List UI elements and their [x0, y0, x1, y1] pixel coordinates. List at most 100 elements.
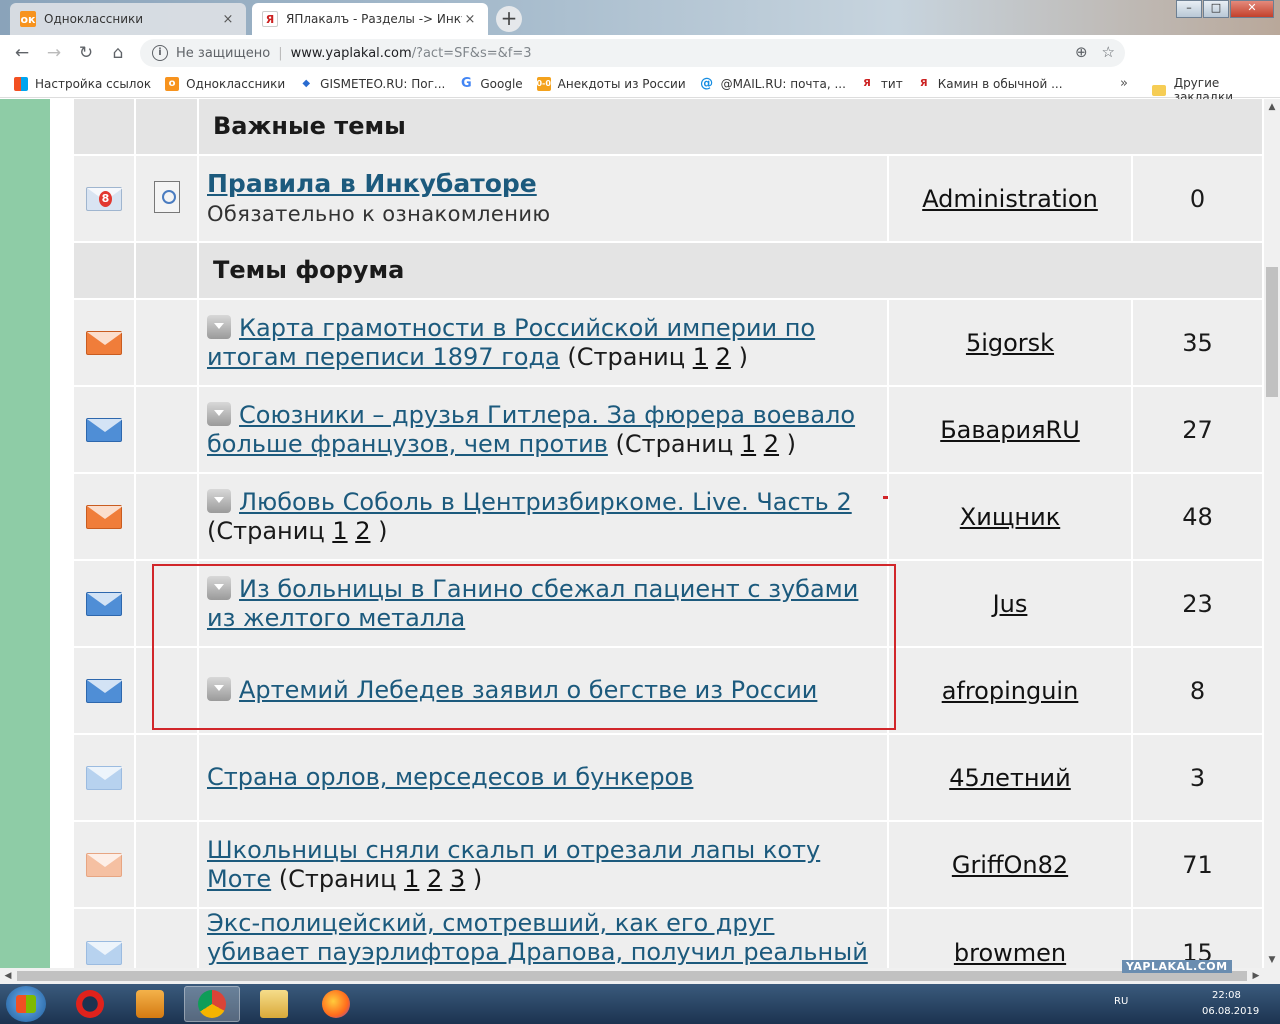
- zoom-icon[interactable]: ⊕: [1075, 43, 1088, 61]
- pinned-topic-row: 8 Правила в Инкубаторе Обязательно к озн…: [72, 154, 1264, 243]
- address-bar[interactable]: i Не защищено | www.yaplakal.com /?act=S…: [140, 39, 1125, 67]
- bookmarks-bar: Настройка ссылок о Одноклассники ◆ GISME…: [0, 70, 1280, 104]
- topic-author-link[interactable]: 5igorsk: [966, 329, 1054, 357]
- clock-date[interactable]: 06.08.2019: [1202, 1006, 1259, 1017]
- topic-row: Карта грамотности в Российской империи п…: [72, 298, 1264, 387]
- anekdot-icon: 0-0: [536, 76, 551, 91]
- bookmark-item[interactable]: ◆ GISMETEO.RU: Пог...: [299, 77, 445, 91]
- bookmark-label: тит: [880, 76, 903, 91]
- start-button[interactable]: [6, 986, 46, 1022]
- reply-count: 27: [1131, 385, 1264, 474]
- bookmarks-overflow-button[interactable]: »: [1120, 76, 1128, 91]
- reply-count: 48: [1131, 472, 1264, 561]
- page-link[interactable]: 2: [355, 517, 370, 545]
- reply-count: 71: [1131, 820, 1264, 909]
- expand-dropdown-icon[interactable]: [207, 314, 231, 339]
- topic-title-link[interactable]: Экс-полицейский, смотревший, как его дру…: [207, 909, 868, 968]
- close-window-button[interactable]: ✕: [1230, 0, 1274, 18]
- page-link[interactable]: 2: [716, 343, 731, 371]
- url-host: www.yaplakal.com: [290, 45, 412, 61]
- pinned-topic-link[interactable]: Правила в Инкубаторе: [207, 169, 537, 198]
- page-viewport: Важные темы 8 Правила в Инкубаторе Обяза…: [0, 99, 1264, 968]
- bookmark-item[interactable]: G Google: [459, 76, 523, 91]
- page-link[interactable]: 2: [427, 865, 442, 893]
- topic-author-link[interactable]: Administration: [922, 185, 1098, 213]
- firefox-taskbar-button[interactable]: [308, 986, 364, 1022]
- tab-close-icon[interactable]: ×: [462, 12, 478, 27]
- bookmark-item[interactable]: Настройка ссылок: [14, 76, 152, 91]
- new-tab-button[interactable]: +: [496, 6, 522, 32]
- envelope-icon: [86, 330, 123, 355]
- pinned-envelope-icon: 8: [86, 186, 123, 211]
- page-link[interactable]: 1: [332, 517, 347, 545]
- expand-dropdown-icon[interactable]: [207, 401, 231, 426]
- envelope-icon: [86, 417, 123, 442]
- bookmark-item[interactable]: о Одноклассники: [165, 76, 285, 91]
- folder-icon: [260, 990, 288, 1018]
- ok-icon: о: [165, 76, 180, 91]
- minimize-button[interactable]: –: [1176, 0, 1202, 18]
- back-button[interactable]: ←: [6, 43, 38, 63]
- maximize-button[interactable]: □: [1203, 0, 1229, 18]
- reload-button[interactable]: ↻: [70, 43, 102, 63]
- tab-close-icon[interactable]: ×: [220, 12, 236, 27]
- topic-author-link[interactable]: GriffOn82: [952, 851, 1068, 879]
- tab-yaplakal[interactable]: Я ЯПлакалъ - Разделы -> Инкубат ×: [252, 3, 488, 35]
- topic-author-link[interactable]: БаварияRU: [940, 416, 1080, 444]
- pages-label: (Страниц: [567, 342, 686, 371]
- media-player-taskbar-button[interactable]: [122, 986, 178, 1022]
- envelope-icon: [86, 591, 123, 616]
- chrome-icon: [198, 990, 226, 1018]
- vertical-scrollbar[interactable]: ▲ ▼: [1264, 99, 1280, 968]
- scroll-up-arrow-icon[interactable]: ▲: [1264, 99, 1280, 115]
- info-icon[interactable]: i: [152, 45, 168, 61]
- bookmark-item[interactable]: 0-0 Анекдоты из России: [536, 76, 686, 91]
- bookmark-label: Настройка ссылок: [35, 76, 152, 91]
- topic-title-link[interactable]: Союзники – друзья Гитлера. За фюрера вое…: [207, 401, 855, 458]
- home-button[interactable]: ⌂: [102, 43, 134, 63]
- scroll-left-arrow-icon[interactable]: ◀: [0, 968, 16, 984]
- tab-odnoklassniki[interactable]: ок Одноклассники ×: [10, 3, 246, 35]
- bookmark-label: Камин в обычной ...: [937, 76, 1063, 91]
- topic-author-link[interactable]: browmen: [954, 939, 1066, 967]
- topic-title-link[interactable]: Страна орлов, мерседесов и бункеров: [207, 763, 693, 791]
- expand-dropdown-icon[interactable]: [207, 488, 231, 513]
- bookmark-label: Анекдоты из России: [557, 76, 686, 91]
- tab-strip: ок Одноклассники × Я ЯПлакалъ - Разделы …: [0, 0, 1280, 35]
- scrollbar-thumb[interactable]: [1266, 267, 1278, 397]
- scrollbar-thumb[interactable]: [17, 971, 1247, 981]
- tab-title: ЯПлакалъ - Разделы -> Инкубат: [286, 12, 462, 26]
- reply-count: 0: [1131, 154, 1264, 243]
- page-link[interactable]: 1: [404, 865, 419, 893]
- scroll-right-arrow-icon[interactable]: ▶: [1248, 968, 1264, 984]
- topic-title-link[interactable]: Любовь Соболь в Центризбиркоме. Live. Ча…: [239, 488, 852, 516]
- forward-button[interactable]: →: [38, 43, 70, 63]
- pages-close: ): [786, 429, 797, 458]
- topic-author-link[interactable]: afropinguin: [942, 677, 1079, 705]
- language-indicator[interactable]: RU: [1114, 996, 1128, 1007]
- page-link[interactable]: 2: [764, 430, 779, 458]
- topic-author-link[interactable]: Хищник: [960, 503, 1060, 531]
- scroll-down-arrow-icon[interactable]: ▼: [1264, 952, 1280, 968]
- envelope-icon: [86, 852, 123, 877]
- clock-time[interactable]: 22:08: [1212, 990, 1241, 1001]
- topic-author-link[interactable]: 45летний: [949, 764, 1071, 792]
- google-icon: G: [461, 76, 472, 91]
- chrome-taskbar-button[interactable]: [184, 986, 240, 1022]
- page-link[interactable]: 1: [693, 343, 708, 371]
- explorer-taskbar-button[interactable]: [246, 986, 302, 1022]
- topic-row: Школьницы сняли скальп и отрезали лапы к…: [72, 820, 1264, 909]
- gismeteo-icon: ◆: [302, 78, 311, 89]
- section-header-row: Темы форума: [72, 241, 1264, 300]
- bookmark-label: Google: [480, 76, 523, 91]
- horizontal-scrollbar[interactable]: ◀ ▶: [0, 968, 1264, 984]
- opera-taskbar-button[interactable]: [62, 986, 118, 1022]
- windows-taskbar: RU 22:08 06.08.2019: [0, 984, 1280, 1024]
- topic-author-link[interactable]: Jus: [993, 590, 1028, 618]
- bookmark-star-icon[interactable]: ☆: [1102, 43, 1115, 61]
- page-link[interactable]: 3: [450, 865, 465, 893]
- page-link[interactable]: 1: [741, 430, 756, 458]
- bookmark-item[interactable]: Я Камин в обычной ...: [917, 77, 1063, 91]
- bookmark-item[interactable]: @ @MAIL.RU: почта, ...: [700, 76, 846, 91]
- bookmark-item[interactable]: Я тит: [860, 77, 903, 91]
